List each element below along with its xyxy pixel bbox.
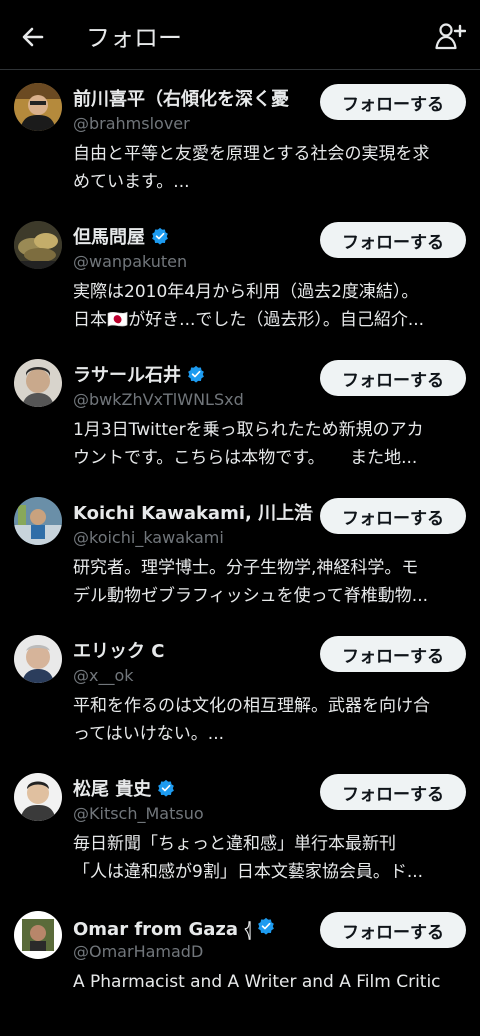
avatar-image-icon bbox=[14, 359, 62, 407]
bio-line: 自由と平等と友愛を原理とする社会の実現を求 bbox=[73, 144, 430, 164]
user-name: ラサール石井 bbox=[73, 365, 181, 386]
user-handle: @brahmslover bbox=[73, 114, 190, 133]
name-line: 前川喜平（右傾化を深く憂 bbox=[73, 84, 313, 112]
avatar[interactable] bbox=[14, 497, 62, 545]
user-handle: @Kitsch_Matsuo bbox=[73, 804, 204, 823]
user-row[interactable]: 松尾 貴史 @Kitsch_Matsuo 毎日新聞「ちょっと違和感」単行本最新刊… bbox=[0, 760, 480, 898]
user-handle: @wanpakuten bbox=[73, 252, 188, 271]
user-name: エリック C bbox=[73, 641, 165, 662]
name-line: ラサール石井 bbox=[73, 360, 313, 388]
follow-button[interactable]: フォローする bbox=[320, 774, 466, 810]
avatar[interactable] bbox=[14, 911, 62, 959]
user-name: 但馬問屋 bbox=[73, 227, 145, 248]
following-list: 前川喜平（右傾化を深く憂 @brahmslover 自由と平等と友愛を原理とする… bbox=[0, 70, 480, 1036]
user-handle: @bwkZhVxTlWNLSxd bbox=[73, 390, 244, 409]
user-row[interactable]: Koichi Kawakami, 川上浩一 @koichi_kawakami 研… bbox=[0, 484, 480, 622]
name-line: エリック C bbox=[73, 636, 313, 664]
user-row[interactable]: 前川喜平（右傾化を深く憂 @brahmslover 自由と平等と友愛を原理とする… bbox=[0, 70, 480, 208]
user-handle: @x__ok bbox=[73, 666, 134, 685]
avatar-image-icon bbox=[14, 221, 62, 269]
avatar-image-icon bbox=[14, 773, 62, 821]
bio-line: ウントです。こちらは本物です。 また地... bbox=[73, 448, 418, 468]
avatar[interactable] bbox=[14, 773, 62, 821]
user-bio: 自由と平等と友愛を原理とする社会の実現を求 めています。... bbox=[73, 140, 467, 196]
page-title: フォロー bbox=[86, 24, 182, 52]
bio-line: めています。... bbox=[73, 172, 190, 192]
follow-button[interactable]: フォローする bbox=[320, 636, 466, 672]
user-bio: 研究者。理学博士。分子生物学,神経科学。モ デル動物ゼブラフィッシュを使って脊椎… bbox=[73, 554, 467, 610]
user-name: Koichi Kawakami, 川上浩一 bbox=[73, 503, 313, 524]
user-name: 松尾 貴史 bbox=[73, 779, 152, 800]
user-bio: 実際は2010年4月から利用（過去2度凍結）。 日本🇯🇵が好き...でした（過去… bbox=[73, 278, 467, 334]
avatar[interactable] bbox=[14, 635, 62, 683]
user-row[interactable]: ラサール石井 @bwkZhVxTlWNLSxd 1月3日Twitterを乗っ取ら… bbox=[0, 346, 480, 484]
user-bio: A Pharmacist and A Writer and A Film Cri… bbox=[73, 968, 467, 996]
follow-button[interactable]: フォローする bbox=[320, 912, 466, 948]
bio-line: 「人は違和感が9割」日本文藝家協会員。ド... bbox=[73, 862, 424, 882]
bio-line: 実際は2010年4月から利用（過去2度凍結）。 bbox=[73, 282, 419, 302]
verified-badge-icon bbox=[258, 917, 274, 935]
avatar-image-icon bbox=[14, 83, 62, 131]
bio-line: デル動物ゼブラフィッシュを使って脊椎動物... bbox=[73, 586, 429, 606]
arrow-left-icon[interactable] bbox=[18, 22, 48, 52]
bio-line: 研究者。理学博士。分子生物学,神経科学。モ bbox=[73, 558, 419, 578]
bio-line: ってはいけない。... bbox=[73, 724, 225, 744]
verified-badge-icon bbox=[158, 779, 175, 797]
user-row[interactable]: 但馬問屋 @wanpakuten 実際は2010年4月から利用（過去2度凍結）。… bbox=[0, 208, 480, 346]
verified-badge-icon bbox=[152, 227, 168, 245]
user-bio: 1月3日Twitterを乗っ取られたため新規のアカ ウントです。こちらは本物です… bbox=[73, 416, 467, 472]
avatar-image-icon bbox=[14, 635, 62, 683]
follow-button[interactable]: フォローする bbox=[320, 84, 466, 120]
bio-line: 毎日新聞「ちょっと違和感」単行本最新刊 bbox=[73, 834, 396, 854]
name-line: 但馬問屋 bbox=[73, 222, 313, 250]
avatar[interactable] bbox=[14, 83, 62, 131]
user-row[interactable]: Omar from Gaza 𓂆 @OmarHamadD A Pharmacis… bbox=[0, 898, 480, 1036]
avatar[interactable] bbox=[14, 359, 62, 407]
avatar[interactable] bbox=[14, 221, 62, 269]
avatar-image-icon bbox=[14, 497, 62, 545]
top-bar: フォロー bbox=[0, 0, 480, 70]
name-line: Koichi Kawakami, 川上浩一 bbox=[73, 498, 313, 526]
follow-button[interactable]: フォローする bbox=[320, 360, 466, 396]
user-row[interactable]: エリック C @x__ok 平和を作るのは文化の相互理解。武器を向け合 ってはい… bbox=[0, 622, 480, 760]
bio-line: 平和を作るのは文化の相互理解。武器を向け合 bbox=[73, 696, 430, 716]
bio-line: A Pharmacist and A Writer and A Film Cri… bbox=[73, 972, 441, 992]
user-name: 前川喜平（右傾化を深く憂 bbox=[73, 89, 289, 110]
name-line: 松尾 貴史 bbox=[73, 774, 313, 802]
user-name: Omar from Gaza 𓂆 bbox=[73, 919, 252, 940]
verified-badge-icon bbox=[188, 365, 204, 383]
avatar-image-icon bbox=[14, 911, 62, 959]
user-bio: 平和を作るのは文化の相互理解。武器を向け合 ってはいけない。... bbox=[73, 692, 467, 748]
add-user-icon[interactable] bbox=[434, 20, 466, 52]
user-bio: 毎日新聞「ちょっと違和感」単行本最新刊 「人は違和感が9割」日本文藝家協会員。ド… bbox=[73, 830, 467, 886]
bio-line: 1月3日Twitterを乗っ取られたため新規のアカ bbox=[73, 420, 424, 440]
name-line: Omar from Gaza 𓂆 bbox=[73, 912, 313, 940]
follow-button[interactable]: フォローする bbox=[320, 222, 466, 258]
user-handle: @OmarHamadD bbox=[73, 942, 204, 961]
user-handle: @koichi_kawakami bbox=[73, 528, 224, 547]
bio-line: 日本🇯🇵が好き...でした（過去形）。自己紹介... bbox=[73, 310, 425, 330]
follow-button[interactable]: フォローする bbox=[320, 498, 466, 534]
